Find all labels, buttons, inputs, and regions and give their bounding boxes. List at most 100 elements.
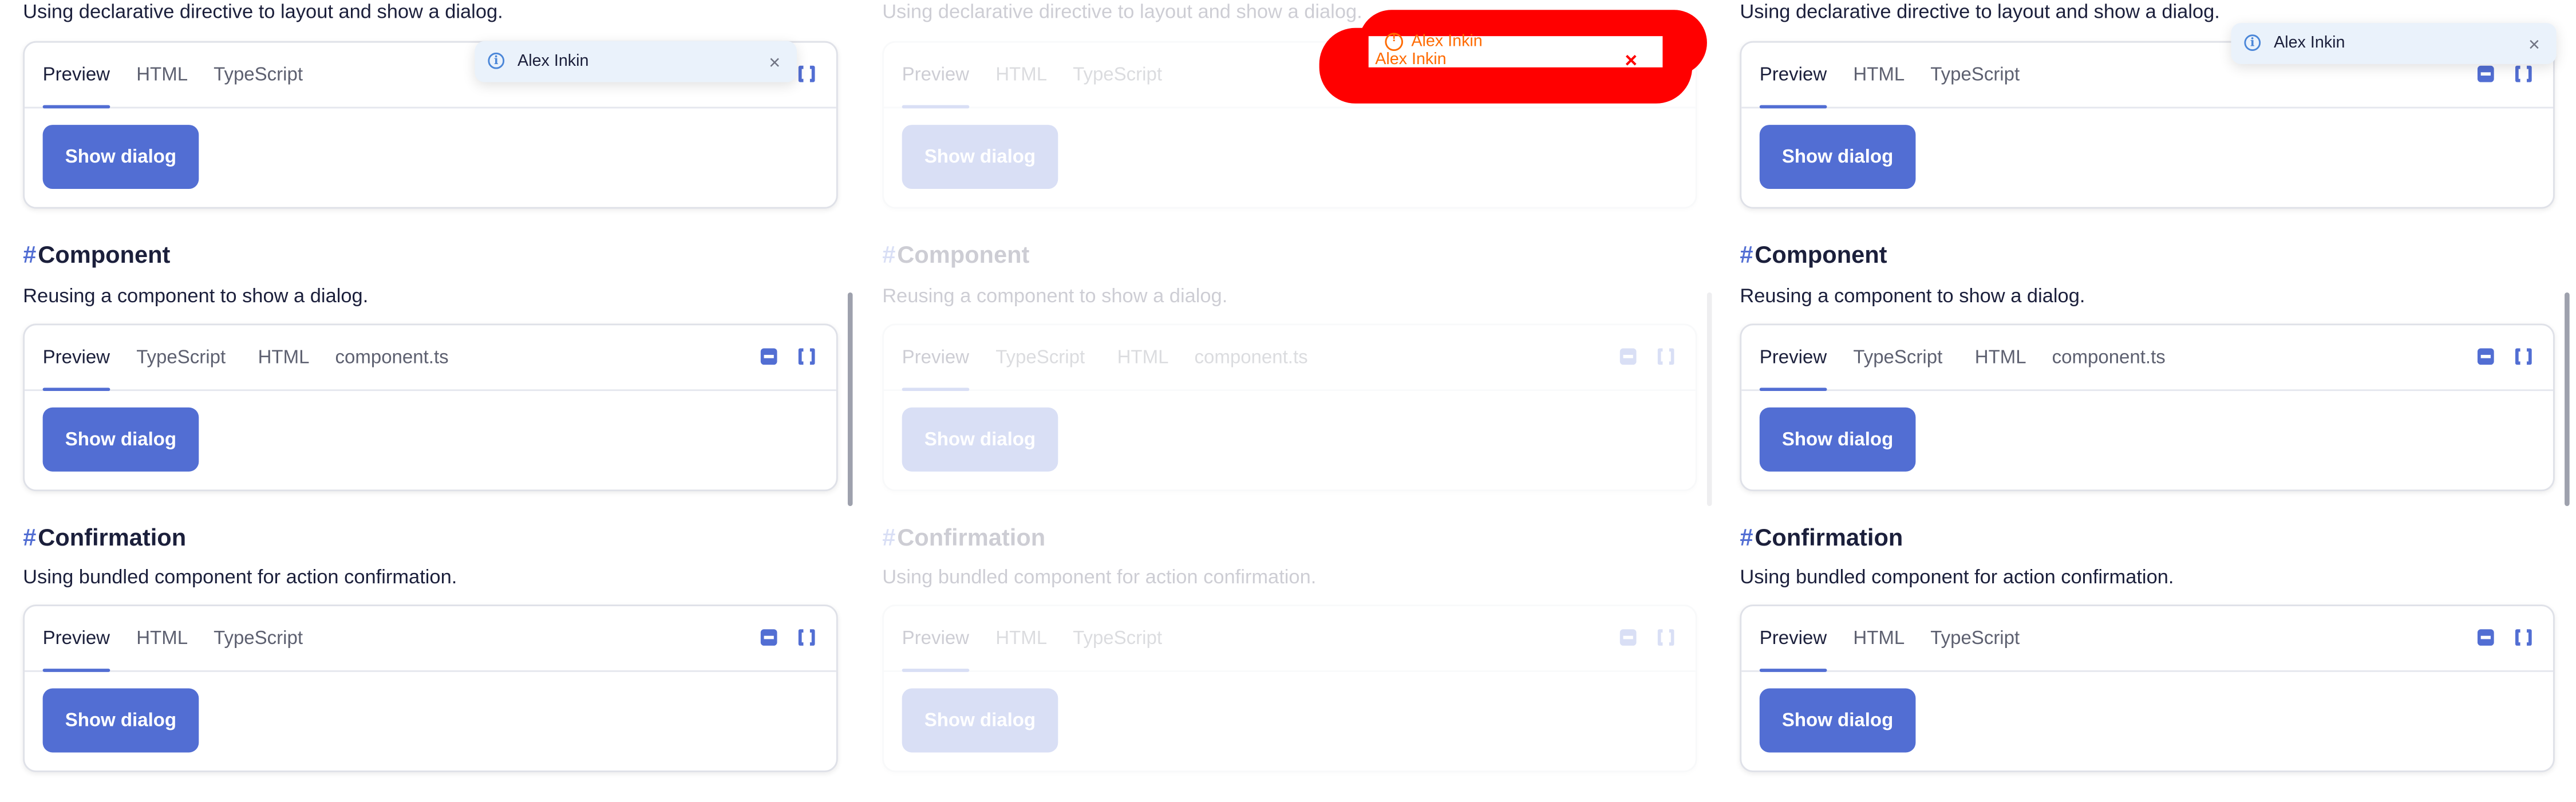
section-description: Using bundled component for action confi… <box>1740 565 2174 588</box>
demo-card: Preview HTML TypeScript Show dialog <box>1740 605 2555 772</box>
open-stackblitz-icon[interactable] <box>2477 65 2494 82</box>
tab-preview[interactable]: Preview <box>1759 629 1827 672</box>
demo-card: Preview TypeScript HTML component.ts Sho… <box>1740 323 2555 492</box>
section-title: # Component <box>1740 243 1887 270</box>
tab-bar: Preview TypeScript HTML component.ts <box>1741 325 2553 392</box>
section-title: # Component <box>882 243 1029 270</box>
tab-typescript[interactable]: TypeScript <box>214 629 303 649</box>
tab-html[interactable]: HTML <box>995 66 1047 85</box>
section-description: Using declarative directive to layout an… <box>882 0 1362 23</box>
notification-text: Alex Inkin <box>1411 33 1483 51</box>
tab-preview[interactable]: Preview <box>902 66 969 109</box>
fullscreen-icon[interactable] <box>2515 627 2532 647</box>
demo-page: Using declarative directive to layout an… <box>0 0 2576 802</box>
tab-html[interactable]: HTML <box>1853 66 1905 85</box>
tab-typescript[interactable]: TypeScript <box>1930 629 2020 649</box>
open-stackblitz-icon[interactable] <box>760 629 777 646</box>
notification-text: Alex Inkin <box>1375 50 1447 69</box>
anchor-link[interactable]: # <box>882 243 895 270</box>
tab-component-ts[interactable]: component.ts <box>335 348 448 368</box>
demo-card: Preview TypeScript HTML component.ts Sho… <box>882 323 1697 492</box>
demo-card: Preview TypeScript HTML component.ts Sho… <box>23 323 838 492</box>
fullscreen-icon[interactable] <box>2515 346 2532 367</box>
tab-typescript[interactable]: TypeScript <box>136 348 226 368</box>
show-dialog-button[interactable]: Show dialog <box>902 125 1058 189</box>
fullscreen-icon[interactable] <box>798 627 815 647</box>
show-dialog-button[interactable]: Show dialog <box>42 688 199 753</box>
show-dialog-button[interactable]: Show dialog <box>902 688 1058 753</box>
section-title-text: Component <box>38 243 171 270</box>
tab-typescript[interactable]: TypeScript <box>1073 66 1162 85</box>
section-description: Reusing a component to show a dialog. <box>882 284 1228 307</box>
show-dialog-button[interactable]: Show dialog <box>42 407 199 472</box>
tab-html[interactable]: HTML <box>995 629 1047 649</box>
section-title: # Component <box>23 243 170 270</box>
notification: Alex Inkin × <box>2231 23 2557 64</box>
tab-preview[interactable]: Preview <box>1759 348 1827 392</box>
section-title: # Confirmation <box>882 526 1045 552</box>
tab-typescript[interactable]: TypeScript <box>995 348 1085 368</box>
scrollbar[interactable] <box>847 292 853 506</box>
section-title-text: Confirmation <box>38 526 187 552</box>
tab-typescript[interactable]: TypeScript <box>1853 348 1942 368</box>
tab-preview[interactable]: Preview <box>1759 66 1827 109</box>
open-stackblitz-icon[interactable] <box>760 348 777 365</box>
info-icon <box>488 52 505 69</box>
demo-column: Using declarative directive to layout an… <box>1740 0 2555 802</box>
open-stackblitz-icon[interactable] <box>1619 629 1637 646</box>
demo-card: Preview HTML TypeScript Show dialog <box>882 605 1697 772</box>
show-dialog-button[interactable]: Show dialog <box>1759 125 1916 189</box>
demo-card: Preview HTML TypeScript Show dialog <box>1740 41 2555 209</box>
scrollbar[interactable] <box>2565 292 2570 506</box>
open-stackblitz-icon[interactable] <box>1619 348 1637 365</box>
fullscreen-icon[interactable] <box>798 346 815 367</box>
section-title: # Confirmation <box>1740 526 1903 552</box>
close-icon[interactable]: × <box>2528 32 2540 55</box>
anchor-link[interactable]: # <box>23 526 36 552</box>
tab-preview[interactable]: Preview <box>902 348 969 392</box>
open-stackblitz-icon[interactable] <box>2477 348 2494 365</box>
show-dialog-button[interactable]: Show dialog <box>902 407 1058 472</box>
fullscreen-icon[interactable] <box>798 64 815 84</box>
close-icon[interactable]: × <box>769 50 780 73</box>
tab-html[interactable]: HTML <box>258 348 310 368</box>
open-stackblitz-icon[interactable] <box>2477 629 2494 646</box>
tab-html[interactable]: HTML <box>136 66 188 85</box>
tab-typescript[interactable]: TypeScript <box>1930 66 2020 85</box>
close-icon[interactable]: × <box>1625 48 1637 72</box>
tab-component-ts[interactable]: component.ts <box>2052 348 2166 368</box>
section-title: # Confirmation <box>23 526 186 552</box>
tab-bar: Preview HTML TypeScript <box>1741 606 2553 672</box>
tab-preview[interactable]: Preview <box>42 66 110 109</box>
section-title-text: Component <box>897 243 1030 270</box>
show-dialog-button[interactable]: Show dialog <box>1759 688 1916 753</box>
notification-text: Alex Inkin <box>517 52 589 70</box>
show-dialog-button[interactable]: Show dialog <box>1759 407 1916 472</box>
tab-html[interactable]: HTML <box>1853 629 1905 649</box>
anchor-link[interactable]: # <box>23 243 36 270</box>
section-title-text: Confirmation <box>1755 526 1903 552</box>
demo-column: Using declarative directive to layout an… <box>23 0 838 802</box>
anchor-link[interactable]: # <box>1740 526 1753 552</box>
fullscreen-icon[interactable] <box>1657 346 1674 367</box>
tab-html[interactable]: HTML <box>1975 348 2026 368</box>
section-title-text: Component <box>1755 243 1887 270</box>
tab-html[interactable]: HTML <box>1117 348 1169 368</box>
tab-bar: Preview TypeScript HTML component.ts <box>25 325 836 392</box>
warning-icon <box>1385 33 1403 51</box>
notification-text: Alex Inkin <box>2274 33 2345 52</box>
tab-typescript[interactable]: TypeScript <box>1073 629 1162 649</box>
tab-typescript[interactable]: TypeScript <box>214 66 303 85</box>
tab-preview[interactable]: Preview <box>42 629 110 672</box>
tab-preview[interactable]: Preview <box>902 629 969 672</box>
anchor-link[interactable]: # <box>882 526 895 552</box>
scrollbar[interactable] <box>1706 292 1712 506</box>
anchor-link[interactable]: # <box>1740 243 1753 270</box>
show-dialog-button[interactable]: Show dialog <box>42 125 199 189</box>
tab-component-ts[interactable]: component.ts <box>1194 348 1307 368</box>
fullscreen-icon[interactable] <box>1657 627 1674 647</box>
tab-html[interactable]: HTML <box>136 629 188 649</box>
tab-bar: Preview HTML TypeScript <box>884 606 1696 672</box>
fullscreen-icon[interactable] <box>2515 64 2532 84</box>
tab-preview[interactable]: Preview <box>42 348 110 392</box>
